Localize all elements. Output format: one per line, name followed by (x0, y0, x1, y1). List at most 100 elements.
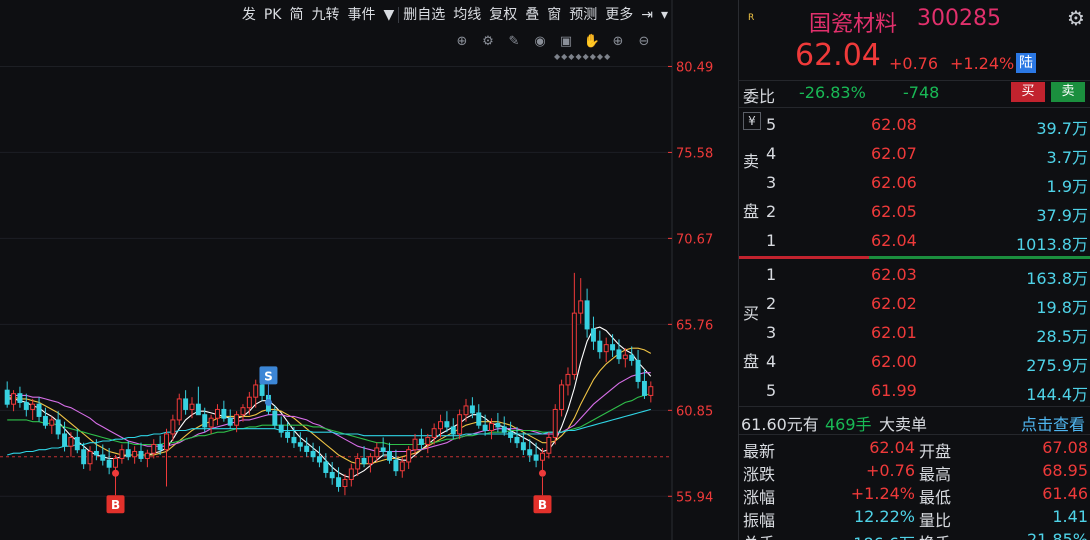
candle-body (482, 424, 488, 431)
bid-volume: 163.8万 (1026, 269, 1088, 288)
ask-volume: 39.7万 (1036, 119, 1088, 138)
kline-chart[interactable]: 80.49 75.58 70.67 65.76 60.85 55.94 B S B (0, 0, 738, 540)
stat-label: 总手 (743, 530, 775, 540)
crosshair-icon[interactable]: ⊕ (452, 32, 472, 50)
kline-chart-area[interactable]: 80.49 75.58 70.67 65.76 60.85 55.94 B S B 发 PK 简… (0, 0, 738, 540)
candle-body (438, 421, 443, 430)
price-axis-label: 55.94 (676, 490, 713, 505)
ask-price: 62.05 (871, 202, 917, 221)
toolbar-dropdown-icon[interactable]: ▾ (657, 5, 672, 25)
ask-price: 62.06 (871, 173, 917, 192)
buy-button[interactable]: 买 (1011, 82, 1045, 102)
candle-body (62, 433, 68, 447)
toolbar-item-remove-watchlist[interactable]: 删自选 (399, 5, 449, 25)
ask-section-char: 盘 (743, 202, 760, 221)
toolbar-item-overlay[interactable]: 叠 (521, 5, 543, 25)
toolbar-item-more[interactable]: 更多 (601, 5, 637, 25)
candle-body (501, 426, 507, 433)
zoom-in-icon[interactable]: ⊕ (608, 32, 628, 50)
zoom-out-icon[interactable]: ⊖ (634, 32, 654, 50)
candle-body (285, 431, 291, 438)
ask-volume: 1.9万 (1046, 177, 1088, 196)
candle-body (215, 408, 220, 419)
candle-body (4, 389, 10, 405)
stat-label: 换手 (919, 530, 951, 540)
price-axis-label: 80.49 (676, 60, 713, 75)
candle-body (374, 447, 380, 458)
buy-signal-label: B (111, 498, 120, 512)
candle-body (597, 340, 603, 353)
stat-label: 量比 (919, 511, 952, 530)
candle-body (431, 428, 437, 438)
eye-icon[interactable]: ◉ (530, 32, 550, 50)
ask-volume: 1013.8万 (1016, 235, 1088, 254)
candle-body (144, 452, 150, 459)
bid-level: 4 (766, 352, 777, 371)
candle-body (113, 457, 118, 468)
stat-label: 涨幅 (743, 488, 776, 507)
collapse-panel-icon[interactable]: ⇥ (637, 5, 657, 25)
candle-body (380, 447, 386, 452)
bigorder-view-link[interactable]: 点击查看 (1021, 411, 1085, 435)
candle-body (387, 450, 393, 461)
stock-name[interactable]: 国瓷材料 (809, 6, 897, 38)
candle-body (425, 436, 431, 445)
candle-body (520, 442, 526, 451)
bigorder-text: 大卖单 (879, 415, 928, 434)
candle-body (399, 461, 405, 472)
candle-body (457, 414, 463, 435)
buy-strength-bar (869, 256, 1090, 259)
toolbar-item-events[interactable]: 事件 (343, 5, 379, 25)
stat-value: +1.24% (850, 484, 915, 503)
toolbar-item-window[interactable]: 窗 (543, 5, 565, 25)
candle-body (552, 408, 558, 438)
candle-body (304, 445, 310, 452)
stat-value: 67.08 (1042, 438, 1088, 457)
candle-body (176, 398, 182, 421)
toolbar-item-jian[interactable]: 简 (285, 5, 307, 25)
candle-body (355, 457, 361, 470)
candle-body (291, 436, 297, 444)
price-axis-label: 60.85 (676, 404, 713, 419)
ask-volume: 3.7万 (1046, 148, 1088, 167)
candle-body (164, 433, 169, 451)
bid-level: 3 (766, 323, 777, 342)
bid-price: 62.02 (871, 294, 917, 313)
candle-body (342, 478, 348, 487)
candle-body (635, 359, 641, 382)
toolbar-events-dropdown-icon[interactable]: ▼ (379, 5, 398, 25)
candle-body (540, 452, 545, 461)
ask-level: 4 (766, 144, 777, 163)
candle-body (616, 349, 622, 360)
draw-pen-icon[interactable]: ✎ (504, 32, 524, 50)
price-axis-label: 70.67 (676, 232, 713, 247)
candle-body (622, 354, 628, 360)
bid-price: 62.00 (871, 352, 917, 371)
settings-icon[interactable]: ⚙ (478, 32, 498, 50)
sell-button[interactable]: 卖 (1051, 82, 1085, 102)
sell-signal-label: S (264, 369, 273, 383)
toolbar-item-forecast[interactable]: 预测 (565, 5, 601, 25)
trash-icon[interactable]: ▣ (556, 32, 576, 50)
toolbar-item-jiuzhuan[interactable]: 九转 (307, 5, 343, 25)
settings-gear-icon[interactable]: ⚙ (1067, 6, 1085, 30)
sell-strength-bar (739, 256, 869, 259)
candle-body (74, 436, 80, 451)
candle-body (571, 312, 577, 375)
candle-body (533, 454, 539, 461)
candle-body (272, 410, 278, 426)
ask-level: 5 (766, 115, 777, 134)
candle-body (469, 405, 475, 414)
candle-body (590, 328, 596, 342)
toolbar-item-ma[interactable]: 均线 (449, 5, 485, 25)
buy-signal-dot (538, 469, 546, 477)
candle-body (11, 393, 17, 405)
stat-label: 最新 (743, 442, 776, 461)
hand-icon[interactable]: ✋ (582, 32, 602, 50)
candle-body (208, 417, 214, 428)
ask-level: 1 (766, 231, 777, 250)
toolbar-item-pk[interactable]: PK (260, 5, 286, 25)
toolbar-item-fa[interactable]: 发 (238, 5, 260, 25)
toolbar-item-adjust[interactable]: 复权 (485, 5, 521, 25)
candle-body (23, 401, 29, 410)
